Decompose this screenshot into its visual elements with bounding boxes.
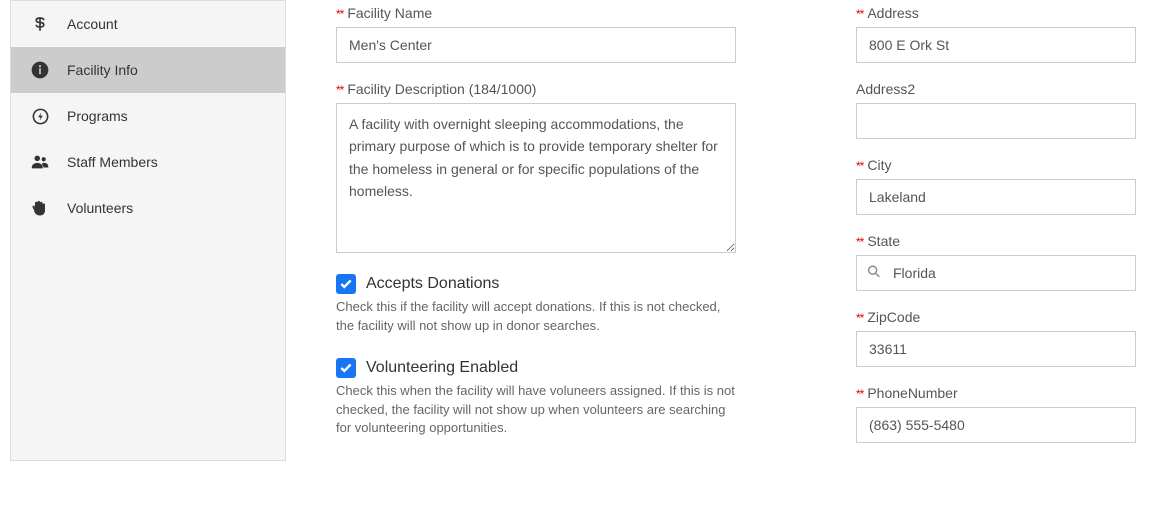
sidebar-item-programs[interactable]: Programs — [11, 93, 285, 139]
info-icon — [29, 59, 51, 81]
facility-desc-textarea[interactable] — [336, 103, 736, 253]
volunteering-checkbox[interactable] — [336, 358, 356, 378]
sidebar-item-account[interactable]: Account — [11, 1, 285, 47]
sidebar-label: Volunteers — [67, 200, 133, 216]
zip-input[interactable] — [856, 331, 1136, 367]
facility-name-input[interactable] — [336, 27, 736, 63]
sidebar: Account Facility Info Programs Staff Mem… — [10, 0, 286, 461]
people-icon — [29, 151, 51, 173]
hand-icon — [29, 197, 51, 219]
zip-label: **ZipCode — [856, 309, 1136, 325]
sidebar-item-staff-members[interactable]: Staff Members — [11, 139, 285, 185]
address-input[interactable] — [856, 27, 1136, 63]
sidebar-label: Staff Members — [67, 154, 158, 170]
sidebar-label: Programs — [67, 108, 128, 124]
volunteering-label: Volunteering Enabled — [366, 359, 518, 377]
bolt-circle-icon — [29, 105, 51, 127]
sidebar-label: Facility Info — [67, 62, 138, 78]
city-input[interactable] — [856, 179, 1136, 215]
sidebar-label: Account — [67, 16, 118, 32]
accepts-donations-label: Accepts Donations — [366, 275, 499, 293]
accepts-donations-help: Check this if the facility will accept d… — [336, 298, 736, 336]
dollar-icon — [29, 13, 51, 35]
address2-input[interactable] — [856, 103, 1136, 139]
phone-label: **PhoneNumber — [856, 385, 1136, 401]
accepts-donations-checkbox[interactable] — [336, 274, 356, 294]
check-icon — [339, 361, 353, 375]
facility-name-label: **Facility Name — [336, 5, 736, 21]
facility-desc-label: **Facility Description (184/1000) — [336, 81, 736, 97]
city-label: **City — [856, 157, 1136, 173]
phone-input[interactable] — [856, 407, 1136, 443]
sidebar-item-facility-info[interactable]: Facility Info — [11, 47, 285, 93]
check-icon — [339, 277, 353, 291]
address2-label: Address2 — [856, 81, 1136, 97]
volunteering-help: Check this when the facility will have v… — [336, 382, 736, 439]
sidebar-item-volunteers[interactable]: Volunteers — [11, 185, 285, 231]
main-form: **Facility Name **Facility Description (… — [296, 0, 1157, 461]
address-label: **Address — [856, 5, 1136, 21]
state-label: **State — [856, 233, 1136, 249]
state-input[interactable] — [856, 255, 1136, 291]
